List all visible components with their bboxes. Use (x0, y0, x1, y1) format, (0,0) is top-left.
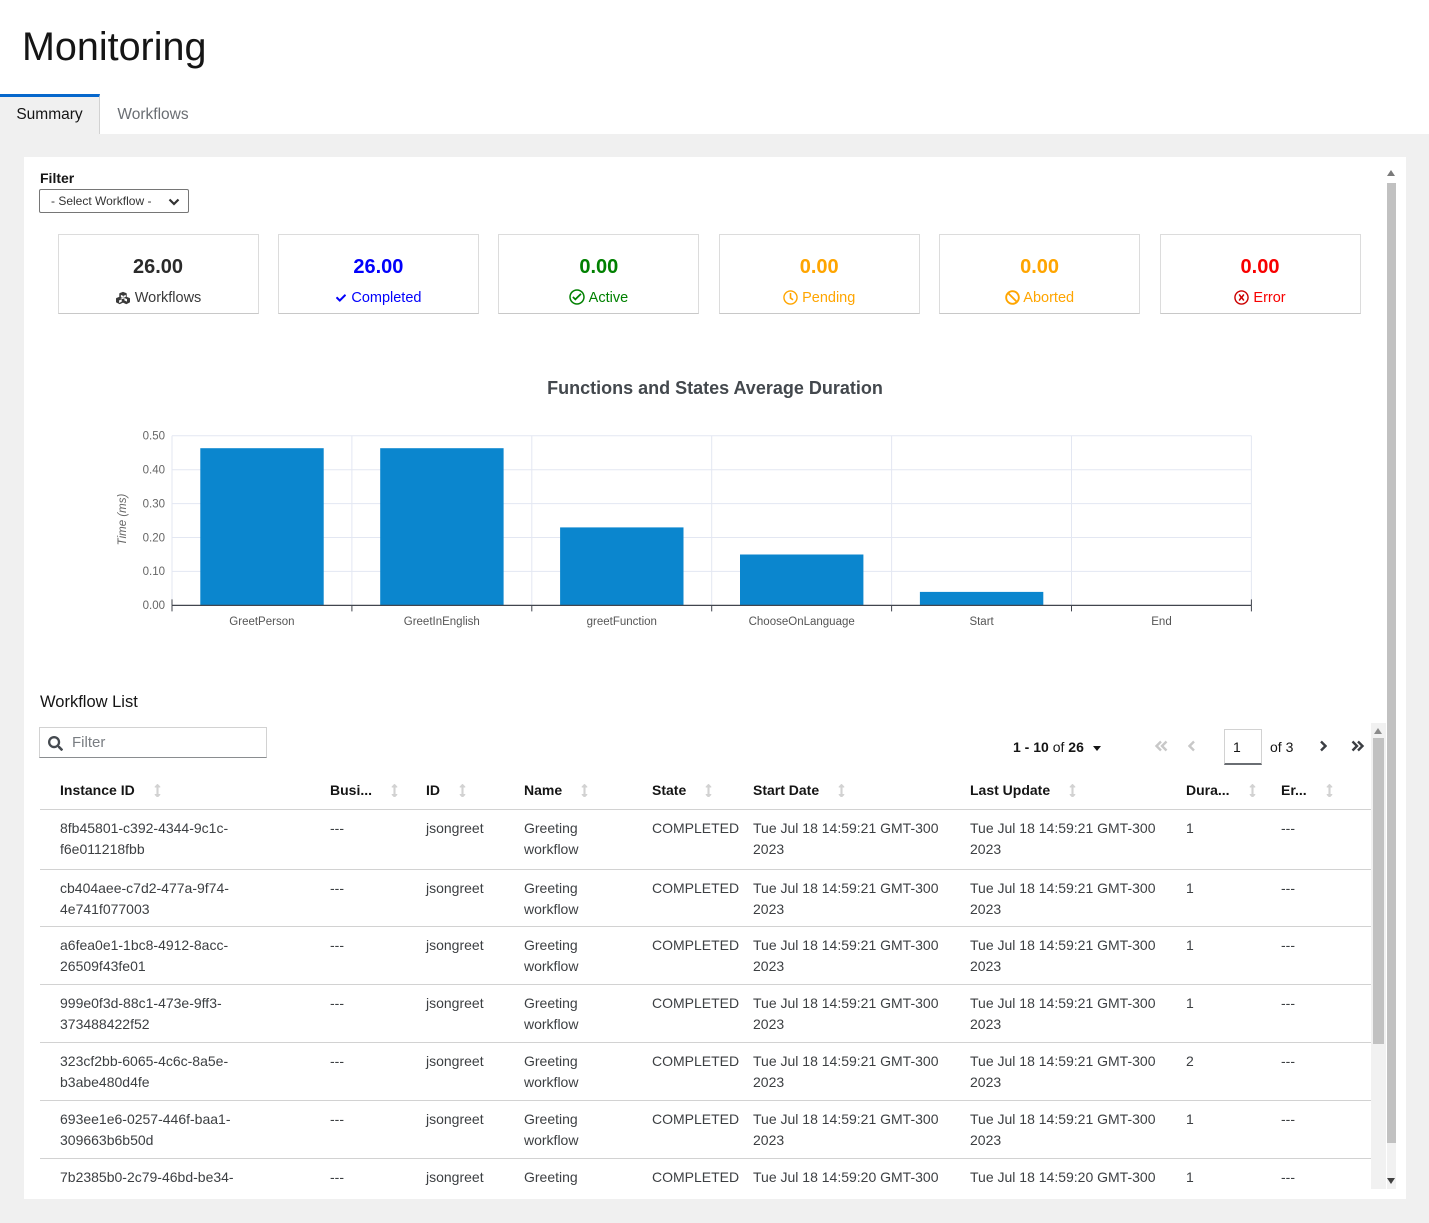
svg-text:GreetPerson: GreetPerson (229, 616, 294, 628)
svg-text:End: End (1151, 616, 1171, 628)
svg-text:0.40: 0.40 (143, 465, 165, 477)
svg-text:0.30: 0.30 (143, 498, 165, 510)
svg-text:0.10: 0.10 (143, 566, 165, 578)
svg-text:0.20: 0.20 (143, 532, 165, 544)
svg-text:GreetInEnglish: GreetInEnglish (404, 616, 480, 628)
svg-text:greetFunction: greetFunction (587, 616, 657, 628)
svg-text:Time (ms): Time (ms) (117, 494, 129, 546)
svg-text:0.00: 0.00 (143, 600, 165, 612)
svg-text:0.50: 0.50 (143, 431, 165, 443)
svg-text:Start: Start (969, 616, 994, 628)
svg-text:ChooseOnLanguage: ChooseOnLanguage (749, 616, 855, 628)
